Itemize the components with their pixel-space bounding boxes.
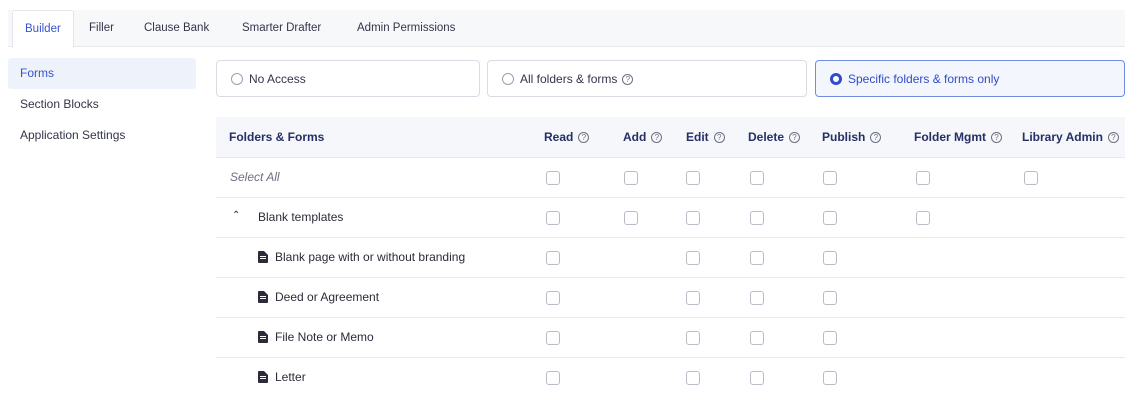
document-icon — [258, 331, 268, 343]
column-add: Add? — [623, 130, 663, 144]
document-icon — [258, 251, 268, 263]
question-circle-icon[interactable]: ? — [789, 132, 801, 143]
checkbox-read[interactable] — [546, 171, 560, 185]
question-circle-icon[interactable]: ? — [622, 74, 634, 85]
question-circle-icon[interactable]: ? — [651, 132, 663, 143]
sidebar-item-forms[interactable]: Forms — [8, 58, 196, 89]
column-delete-label: Delete — [748, 130, 785, 144]
checkbox-add[interactable] — [624, 211, 638, 225]
checkbox-library-admin[interactable] — [1024, 171, 1038, 185]
checkbox-delete[interactable] — [750, 331, 764, 345]
question-circle-icon[interactable]: ? — [578, 132, 590, 143]
table-row-form: Blank page with or without branding — [216, 238, 1125, 278]
checkbox-publish[interactable] — [823, 371, 837, 385]
checkbox-edit[interactable] — [686, 371, 700, 385]
column-edit-label: Edit — [686, 130, 709, 144]
checkbox-edit[interactable] — [686, 331, 700, 345]
form-label: File Note or Memo — [275, 330, 374, 344]
tab-admin-permissions[interactable]: Admin Permissions — [357, 10, 455, 47]
checkbox-read[interactable] — [546, 371, 560, 385]
checkbox-folder-mgmt[interactable] — [916, 211, 930, 225]
checkbox-read[interactable] — [546, 291, 560, 305]
form-label: Letter — [275, 370, 306, 384]
table-row-form: Deed or Agreement — [216, 278, 1125, 318]
checkbox-folder-mgmt[interactable] — [916, 171, 930, 185]
tab-smarter-drafter[interactable]: Smarter Drafter — [242, 10, 321, 47]
no-access-radio[interactable] — [231, 73, 243, 85]
tab-filler[interactable]: Filler — [89, 10, 114, 47]
column-publish: Publish? — [822, 130, 882, 144]
checkbox-delete[interactable] — [750, 251, 764, 265]
document-icon — [258, 291, 268, 303]
table-row-form: File Note or Memo — [216, 318, 1125, 358]
column-folders-forms: Folders & Forms — [229, 130, 325, 144]
checkbox-read[interactable] — [546, 331, 560, 345]
column-library-admin: Library Admin? — [1022, 130, 1119, 144]
column-edit: Edit? — [686, 130, 725, 144]
column-add-label: Add — [623, 130, 647, 144]
question-circle-icon[interactable]: ? — [713, 132, 725, 143]
checkbox-publish[interactable] — [823, 331, 837, 345]
table-row-select-all: Select All — [216, 158, 1125, 198]
sidebar-item-section-blocks[interactable]: Section Blocks — [8, 89, 196, 120]
checkbox-add[interactable] — [624, 171, 638, 185]
specific-folders-label: Specific folders & forms only — [848, 72, 1000, 86]
select-all-label: Select All — [230, 170, 280, 184]
checkbox-publish[interactable] — [823, 171, 837, 185]
sidebar: Forms Section Blocks Application Setting… — [8, 58, 196, 151]
all-folders-radio[interactable] — [502, 73, 514, 85]
document-icon — [258, 371, 268, 383]
all-folders-option[interactable]: All folders & forms? — [487, 60, 807, 97]
table-row-folder: ⌃ Blank templates — [216, 198, 1125, 238]
checkbox-edit[interactable] — [686, 211, 700, 225]
tab-clause-bank[interactable]: Clause Bank — [144, 10, 209, 47]
checkbox-edit[interactable] — [686, 171, 700, 185]
checkbox-delete[interactable] — [750, 291, 764, 305]
specific-folders-radio[interactable] — [830, 73, 842, 85]
checkbox-delete[interactable] — [750, 211, 764, 225]
checkbox-delete[interactable] — [750, 371, 764, 385]
no-access-label: No Access — [249, 72, 306, 86]
checkbox-delete[interactable] — [750, 171, 764, 185]
sidebar-item-application-settings[interactable]: Application Settings — [8, 120, 196, 151]
question-circle-icon[interactable]: ? — [991, 132, 1002, 143]
column-read: Read? — [544, 130, 590, 144]
question-circle-icon[interactable]: ? — [1107, 132, 1119, 143]
checkbox-read[interactable] — [546, 251, 560, 265]
permissions-table-header: Folders & Forms Read? Add? Edit? Delete?… — [216, 117, 1125, 158]
checkbox-publish[interactable] — [823, 251, 837, 265]
checkbox-edit[interactable] — [686, 251, 700, 265]
checkbox-edit[interactable] — [686, 291, 700, 305]
form-label: Blank page with or without branding — [275, 250, 466, 264]
column-folder-mgmt-label: Folder Mgmt — [914, 130, 986, 144]
column-folder-mgmt: Folder Mgmt? — [914, 130, 1002, 144]
all-folders-label-wrap: All folders & forms? — [520, 72, 634, 86]
table-row-form: Letter — [216, 358, 1125, 394]
checkbox-publish[interactable] — [823, 291, 837, 305]
column-publish-label: Publish — [822, 130, 866, 144]
all-folders-label: All folders & forms — [520, 72, 618, 86]
no-access-option[interactable]: No Access — [216, 60, 480, 97]
form-label: Deed or Agreement — [275, 290, 380, 304]
specific-folders-option[interactable]: Specific folders & forms only — [815, 60, 1125, 97]
top-tabs: Builder Filler Clause Bank Smarter Draft… — [8, 10, 1125, 48]
tab-builder[interactable]: Builder — [12, 10, 74, 48]
checkbox-publish[interactable] — [823, 211, 837, 225]
question-circle-icon[interactable]: ? — [870, 132, 882, 143]
column-delete: Delete? — [748, 130, 801, 144]
column-library-admin-label: Library Admin — [1022, 130, 1103, 144]
folder-label: Blank templates — [258, 210, 344, 224]
column-read-label: Read — [544, 130, 574, 144]
checkbox-read[interactable] — [546, 211, 560, 225]
chevron-up-icon[interactable]: ⌃ — [232, 210, 240, 221]
